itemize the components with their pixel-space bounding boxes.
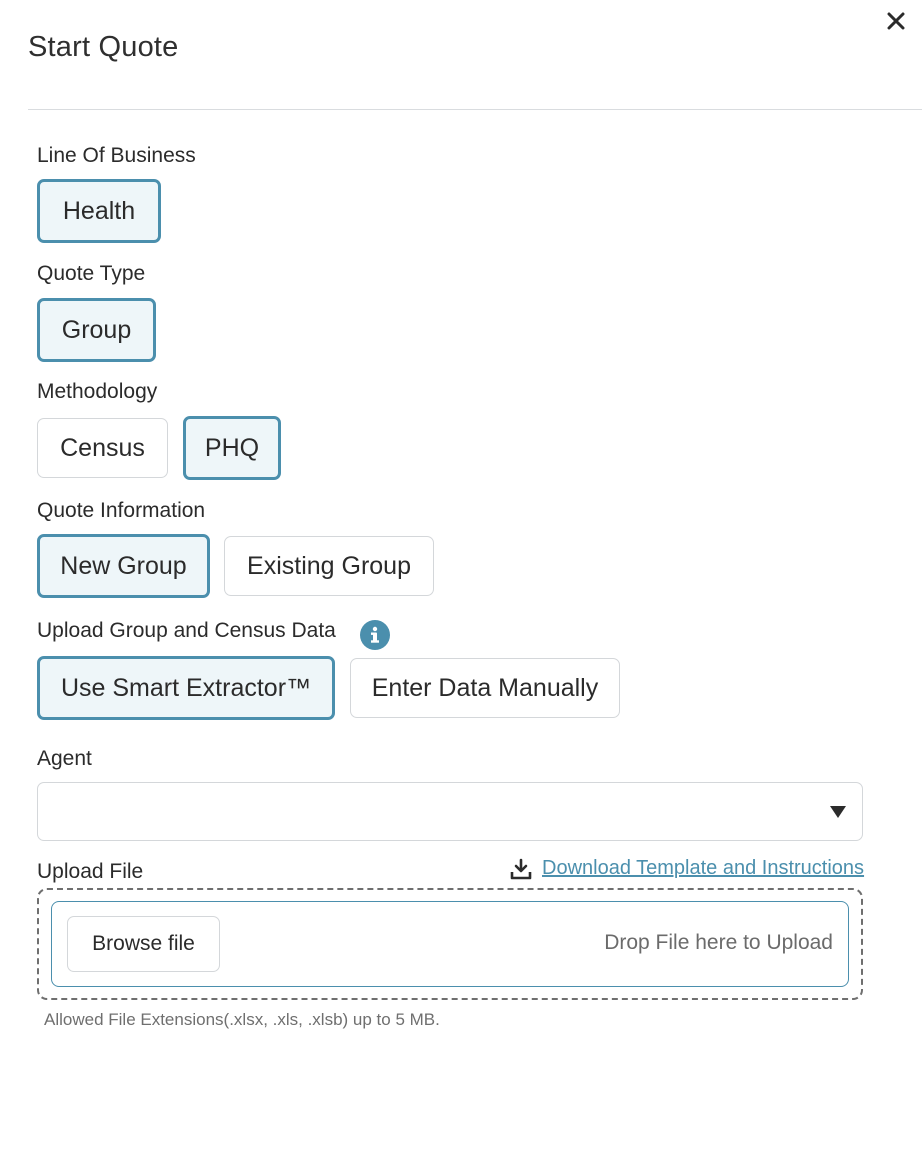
option-health[interactable]: Health: [37, 179, 161, 243]
option-phq[interactable]: PHQ: [183, 416, 281, 480]
info-glyph: [371, 626, 379, 643]
option-existing-group[interactable]: Existing Group: [224, 536, 434, 596]
info-icon[interactable]: [360, 620, 390, 650]
agent-label: Agent: [37, 747, 92, 770]
option-census[interactable]: Census: [37, 418, 168, 478]
option-smart-extractor[interactable]: Use Smart Extractor™: [37, 656, 335, 720]
option-enter-data-manually[interactable]: Enter Data Manually: [350, 658, 620, 718]
upload-file-label: Upload File: [37, 860, 144, 883]
caret-down-icon: [830, 806, 846, 818]
upload-group-label: Upload Group and Census Data: [37, 619, 336, 642]
close-button[interactable]: [884, 9, 908, 33]
download-template-link[interactable]: Download Template and Instructions: [510, 857, 864, 880]
dialog-title: Start Quote: [28, 31, 179, 63]
line-of-business-label: Line Of Business: [37, 144, 196, 167]
quote-type-label: Quote Type: [37, 262, 146, 285]
option-new-group[interactable]: New Group: [37, 534, 210, 598]
allowed-extensions-hint: Allowed File Extensions(.xlsx, .xls, .xl…: [44, 1010, 440, 1029]
close-icon: [887, 12, 905, 30]
quote-information-label: Quote Information: [37, 499, 206, 522]
download-icon: [510, 858, 532, 879]
header-divider: [28, 109, 922, 110]
drop-file-text: Drop File here to Upload: [604, 931, 833, 954]
option-group[interactable]: Group: [37, 298, 156, 362]
agent-select[interactable]: [37, 782, 863, 841]
methodology-label: Methodology: [37, 380, 158, 403]
browse-file-button[interactable]: Browse file: [67, 916, 220, 972]
download-template-text[interactable]: Download Template and Instructions: [542, 857, 864, 880]
